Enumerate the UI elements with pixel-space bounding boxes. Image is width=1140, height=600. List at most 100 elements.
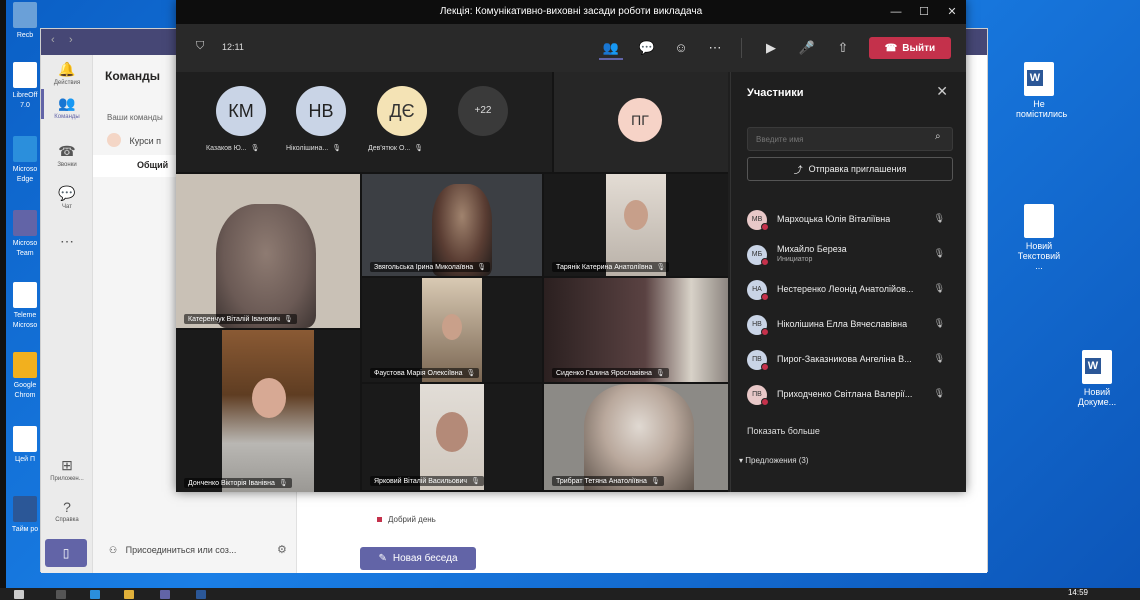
leave-button[interactable]: ☎ Выйти bbox=[869, 37, 951, 59]
teams-list-title: Команды bbox=[105, 69, 161, 83]
text-file-icon bbox=[1024, 204, 1054, 238]
video-tile[interactable]: Донченко Вікторія Іванівна 🎙 bbox=[176, 330, 360, 492]
minimize-icon[interactable]: — bbox=[882, 0, 910, 24]
shield-icon: ⛉ bbox=[196, 40, 205, 52]
device-button[interactable]: ▯ bbox=[45, 539, 87, 567]
meeting-title: Лекція: Комунікативно-виховні засади роб… bbox=[176, 0, 966, 24]
face-silhouette bbox=[436, 412, 468, 452]
rail-item-activity[interactable]: 🔔 Действия bbox=[41, 61, 93, 86]
participant-name: Трибрат Тетяна Анатоліївна bbox=[556, 478, 647, 485]
desktop-icon-novyi-dokument[interactable]: Новий Докуме... bbox=[1074, 350, 1120, 407]
microphone-icon[interactable]: 🎤 bbox=[795, 36, 819, 60]
participant-row[interactable]: ПВ Приходченко Світлана Валерії... 🎙 bbox=[747, 383, 959, 407]
team-item[interactable]: Курси п bbox=[107, 131, 161, 149]
participant-row[interactable]: МБ Михайло Береза Инициатор 🎙 bbox=[747, 243, 959, 267]
mic-muted-icon: 🎙 bbox=[466, 370, 476, 377]
rail-item-apps[interactable]: ⊞ Приложен... bbox=[41, 457, 93, 482]
app-icon bbox=[13, 352, 37, 378]
new-conversation-button[interactable]: ✎ Новая беседа bbox=[360, 547, 476, 570]
video-tile[interactable]: Фаустова Марія Олексіївна 🎙 bbox=[362, 278, 542, 382]
avatar-nv[interactable]: НВ bbox=[296, 86, 346, 136]
explorer-icon[interactable] bbox=[124, 590, 134, 599]
desktop-icon-ne-pomistylys[interactable]: Не помістились bbox=[1016, 62, 1068, 119]
rail-item-more[interactable]: ⋯ bbox=[41, 233, 93, 252]
suggestions-section[interactable]: ▾ Предложения (3) bbox=[739, 456, 809, 465]
participant-avatar: ПВ bbox=[747, 385, 769, 406]
settings-gear-icon[interactable]: ⚙ bbox=[277, 543, 287, 556]
mic-muted-icon: 🎙 bbox=[656, 264, 666, 271]
video-tile[interactable]: Сиденко Галина Ярославівна 🎙 bbox=[544, 278, 728, 382]
search-icon[interactable] bbox=[56, 590, 66, 599]
camera-off-icon[interactable]: ▶ bbox=[759, 36, 783, 60]
show-more-link[interactable]: Показать больше bbox=[747, 426, 820, 436]
participant-search-input[interactable] bbox=[747, 127, 953, 151]
teams-taskbar-icon[interactable] bbox=[160, 590, 170, 599]
avatar-de[interactable]: ДЄ bbox=[377, 86, 427, 136]
rail-item-teams[interactable]: 👥 Команды bbox=[41, 95, 93, 120]
desktop-icon-label: Не помістились bbox=[1016, 99, 1068, 119]
pinned-participant: ПГ bbox=[554, 72, 728, 172]
reactions-icon[interactable]: ☺ bbox=[669, 36, 693, 60]
rail-label: Команды bbox=[54, 114, 80, 120]
avatar-pg[interactable]: ПГ bbox=[618, 98, 662, 142]
video-tile[interactable]: Тарянік Катерина Анатоліївна 🎙 bbox=[544, 174, 728, 276]
avatar-name: Ніколішина... 🎙 bbox=[286, 144, 370, 152]
close-panel-icon[interactable]: ✕ bbox=[936, 83, 948, 100]
participant-avatar: НА bbox=[747, 280, 769, 301]
avatar-initials: МВ bbox=[751, 216, 763, 223]
participant-row[interactable]: ПВ Пирог-Заказникова Ангеліна В... 🎙 bbox=[747, 348, 959, 372]
participant-row[interactable]: МВ Мархоцька Юлія Віталіївна 🎙 bbox=[747, 208, 959, 232]
close-window-icon[interactable]: ✕ bbox=[938, 0, 966, 24]
avatar-name-text: Ніколішина... bbox=[286, 145, 329, 152]
video-tile[interactable]: Звягольська Ірина Миколаївна 🎙 bbox=[362, 174, 542, 276]
back-arrow-icon[interactable]: ‹ bbox=[51, 34, 55, 46]
mic-muted-icon[interactable]: 🎙 bbox=[934, 213, 945, 224]
word-doc-icon bbox=[1024, 62, 1054, 96]
participant-avatar: НВ bbox=[747, 315, 769, 336]
chat-toggle-icon[interactable]: 💬 bbox=[635, 36, 659, 60]
presence-dot bbox=[761, 293, 769, 301]
video-feed bbox=[606, 174, 666, 276]
participant-role: Инициатор bbox=[777, 256, 813, 263]
mic-muted-icon[interactable]: 🎙 bbox=[934, 248, 945, 259]
mic-muted-icon[interactable]: 🎙 bbox=[934, 318, 945, 329]
mic-muted-icon[interactable]: 🎙 bbox=[934, 283, 945, 294]
more-actions-icon[interactable]: ⋯ bbox=[703, 36, 727, 60]
mic-muted-icon[interactable]: 🎙 bbox=[934, 353, 945, 364]
desktop-icon-novyi-tekstovyi[interactable]: Новий Текстовий ... bbox=[1016, 204, 1062, 271]
desktop-icon-label: Новий Текстовий ... bbox=[1017, 241, 1061, 271]
video-tile[interactable]: Ярковий Віталій Васильович 🎙 bbox=[362, 384, 542, 490]
share-screen-icon[interactable]: ⇧ bbox=[831, 36, 855, 60]
word-taskbar-icon[interactable] bbox=[196, 590, 206, 599]
avatar-km[interactable]: КМ bbox=[216, 86, 266, 136]
participant-name: Тарянік Катерина Анатоліївна bbox=[556, 264, 653, 271]
maximize-icon[interactable]: ☐ bbox=[910, 0, 938, 24]
join-create-team[interactable]: ⚇ Присоединиться или соз... bbox=[109, 545, 236, 556]
edge-icon[interactable] bbox=[90, 590, 100, 599]
participant-name: Приходченко Світлана Валерії... bbox=[777, 389, 913, 399]
participant-row[interactable]: НВ Ніколішина Елла Вячеславівна 🎙 bbox=[747, 313, 959, 337]
participant-name-label: Ярковий Віталій Васильович 🎙 bbox=[370, 476, 484, 486]
avatar-initials: ПВ bbox=[752, 356, 762, 363]
message-bullet bbox=[377, 517, 382, 522]
video-tile[interactable]: Катеренчук Віталій Іванович 🎙 bbox=[176, 174, 360, 328]
more-participants-badge[interactable]: +22 bbox=[458, 86, 508, 136]
participant-row[interactable]: НА Нестеренко Леонід Анатолійов... 🎙 bbox=[747, 278, 959, 302]
video-tile[interactable]: Трибрат Тетяна Анатоліївна 🎙 bbox=[544, 384, 728, 490]
start-icon[interactable] bbox=[14, 590, 24, 599]
forward-arrow-icon[interactable]: › bbox=[69, 34, 73, 46]
rail-item-help[interactable]: ? Справка bbox=[41, 499, 93, 523]
participants-toggle-icon[interactable]: 👥 bbox=[599, 36, 623, 60]
mic-muted-icon[interactable]: 🎙 bbox=[934, 388, 945, 399]
mic-muted-icon: 🎙 bbox=[655, 370, 665, 377]
participant-name-label: Сиденко Галина Ярославівна 🎙 bbox=[552, 368, 669, 378]
send-invitation-button[interactable]: ⤴ Отправка приглашения bbox=[747, 157, 953, 181]
participant-name: Фаустова Марія Олексіївна bbox=[374, 370, 463, 377]
rail-label: Справка bbox=[55, 517, 79, 523]
avatar-initials: МБ bbox=[751, 251, 763, 258]
face-silhouette bbox=[252, 378, 286, 418]
rail-item-calls[interactable]: ☎ Звонки bbox=[41, 143, 93, 168]
rail-item-chat[interactable]: 💬 Чат bbox=[41, 185, 93, 210]
team-logo-icon bbox=[107, 132, 121, 147]
video-feed bbox=[584, 384, 694, 490]
